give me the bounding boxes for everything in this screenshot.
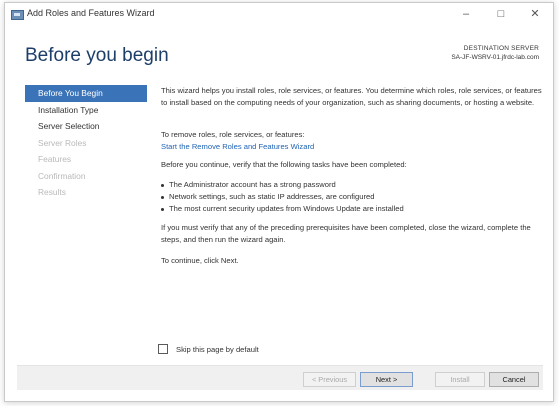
bullet-text: The Administrator account has a strong p… [169,180,336,189]
remove-text: To remove roles, role services, or featu… [161,130,305,139]
verify-text: Before you continue, verify that the fol… [161,160,407,169]
previous-button: < Previous [303,372,356,387]
destination-label: DESTINATION SERVER [463,45,539,52]
maximize-button[interactable]: □ [485,4,517,24]
minimize-button[interactable]: – [450,4,482,24]
install-button: Install [435,372,485,387]
title-bar[interactable]: Add Roles and Features Wizard – □ ✕ [5,3,553,25]
remove-section: To remove roles, role services, or featu… [161,129,543,152]
nav-item-features: Features [38,154,72,164]
nav-item-confirmation: Confirmation [38,170,86,181]
window-title: Add Roles and Features Wizard [27,8,155,18]
wizard-window: Add Roles and Features Wizard – □ ✕ Befo… [4,2,554,402]
list-item: Network settings, such as static IP addr… [161,191,543,203]
verify-instructions: If you must verify that any of the prece… [161,223,531,244]
continue-text: To continue, click Next. [161,256,239,265]
wizard-step-nav: Before You Begin Installation Type Serve… [25,85,147,201]
list-item: The Administrator account has a strong p… [161,179,543,191]
list-item: The most current security updates from W… [161,203,543,215]
skip-page-checkbox[interactable] [158,344,168,354]
skip-page-option[interactable]: Skip this page by default [158,343,259,355]
nav-item-server-selection[interactable]: Server Selection [25,118,147,135]
intro-text: This wizard helps you install roles, rol… [161,86,542,107]
destination-server-name: SA-JF-WSRV-01.jfrdc-lab.com [451,54,539,61]
server-manager-icon [11,10,24,20]
nav-item-server-roles: Server Roles [38,137,87,148]
cancel-button[interactable]: Cancel [489,372,539,387]
nav-item-before-you-begin[interactable]: Before You Begin [25,85,147,102]
button-bar: < Previous Next > Install Cancel [17,365,543,390]
page-title: Before you begin [25,45,169,66]
nav-item-results: Results [38,187,66,197]
bullet-icon [161,207,164,211]
bullet-text: Network settings, such as static IP addr… [169,192,375,201]
skip-page-label[interactable]: Skip this page by default [176,345,259,354]
close-button[interactable]: ✕ [519,4,551,24]
bullet-icon [161,195,164,199]
next-button[interactable]: Next > [360,372,413,387]
nav-item-installation-type[interactable]: Installation Type [25,102,147,119]
remove-wizard-link[interactable]: Start the Remove Roles and Features Wiza… [161,141,543,153]
destination-server-block: DESTINATION SERVER SA-JF-WSRV-01.jfrdc-l… [451,45,539,61]
bullet-text: The most current security updates from W… [169,204,404,213]
prerequisite-list: The Administrator account has a strong p… [161,179,543,215]
bullet-icon [161,183,164,187]
